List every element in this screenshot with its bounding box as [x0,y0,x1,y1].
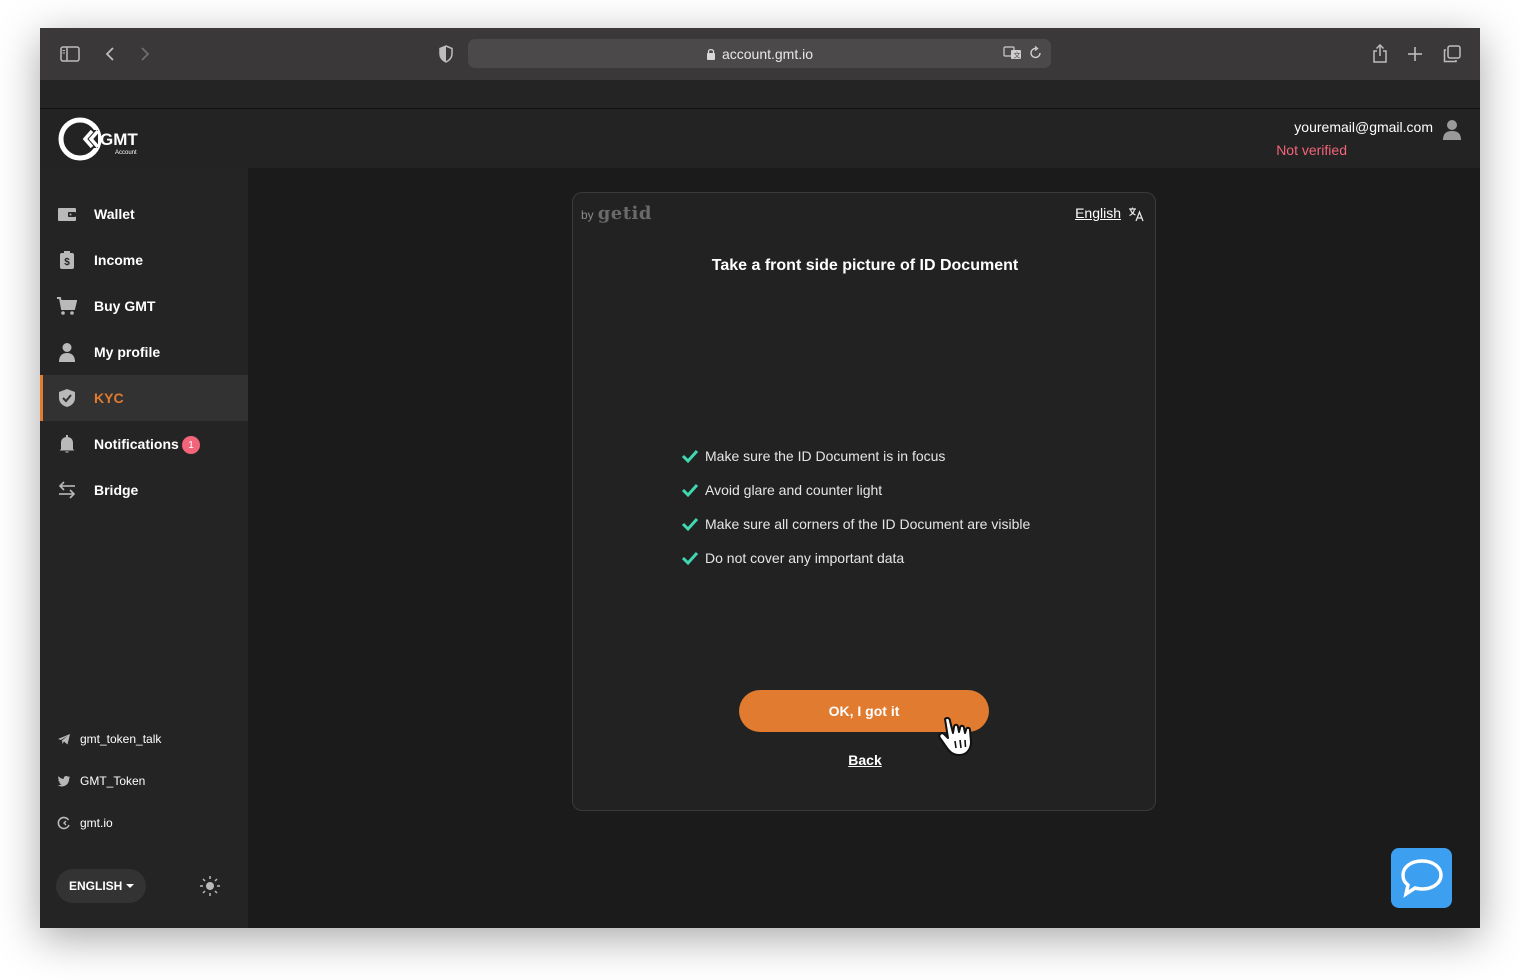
theme-toggle-sun-icon[interactable] [199,875,221,897]
address-bar[interactable]: account.gmt.io 文 [468,39,1051,68]
list-item: Make sure all corners of the ID Document… [681,507,1030,541]
back-arrow-icon[interactable] [98,42,122,66]
notification-badge: 1 [182,436,200,454]
translate-icon[interactable]: 文 [1003,45,1023,61]
url-text: account.gmt.io [721,45,814,62]
requirement-text: Do not cover any important data [705,550,905,566]
sidebar-item-buy-gmt[interactable]: Buy GMT [40,283,248,329]
card-title: Take a front side picture of ID Document [711,257,1019,274]
privacy-shield-icon[interactable] [434,42,458,66]
social-label: gmt.io [80,816,113,830]
chat-bubble-icon [1400,859,1443,898]
list-item: Do not cover any important data [681,541,1030,575]
getid-logo: getid [597,203,652,224]
app-header: GMT Account youremail@gmail.com Not veri… [40,109,1480,168]
social-label: gmt_token_talk [80,732,162,746]
browser-tab-strip [40,80,1480,109]
browser-toolbar: account.gmt.io 文 [40,28,1480,80]
sidebar-item-label: Notifications [94,436,179,452]
sidebar-item-notifications[interactable]: Notifications 1 [40,421,248,467]
gmt-logo[interactable]: GMT Account [58,116,148,162]
sidebar-item-label: KYC [94,390,124,406]
sidebar-item-label: My profile [94,344,161,360]
income-icon: $ [57,250,77,270]
language-select-label: ENGLISH [69,879,123,893]
new-tab-icon[interactable] [1403,42,1427,66]
requirement-text: Avoid glare and counter light [705,482,883,498]
requirement-text: Make sure the ID Document is in focus [705,448,946,464]
getid-branding: by getid [581,203,652,224]
verification-status: Not verified [1276,142,1347,158]
sidebar-item-label: Income [94,252,144,268]
sidebar: Wallet $ Income Buy GMT My profile KYC N… [40,168,248,928]
hand-pointer-cursor-icon [935,715,979,759]
user-avatar-icon[interactable] [1442,119,1462,141]
check-icon [681,517,699,532]
reload-icon[interactable] [1029,45,1043,61]
share-icon[interactable] [1368,42,1392,66]
chevron-down-icon [126,884,134,888]
lock-icon [706,48,715,60]
sidebar-item-label: Wallet [94,206,135,222]
social-website-link[interactable]: gmt.io [40,811,248,835]
language-select[interactable]: ENGLISH [56,869,146,903]
requirement-text: Make sure all corners of the ID Document… [705,516,1031,532]
telegram-icon [57,732,71,746]
card-language-link[interactable]: English [1075,205,1121,221]
requirements-list: Make sure the ID Document is in focus Av… [681,439,1030,575]
browser-window: account.gmt.io 文 GMT Account youremail@g… [40,28,1480,928]
sidebar-item-label: Bridge [94,482,139,498]
sidebar-item-income[interactable]: $ Income [40,237,248,283]
check-icon [681,483,699,498]
user-email[interactable]: youremail@gmail.com [1294,119,1433,135]
bridge-icon [57,480,77,500]
check-icon [681,449,699,464]
social-telegram-link[interactable]: gmt_token_talk [40,727,248,751]
social-twitter-link[interactable]: GMT_Token [40,769,248,793]
social-label: GMT_Token [80,774,146,788]
user-icon [57,342,77,362]
logo-text: GMT [100,130,138,149]
sidebar-item-kyc[interactable]: KYC [40,375,248,421]
logo-subtext: Account [115,150,137,156]
main-content: by getid English Take a front side pictu… [248,168,1480,928]
cart-icon [57,296,78,316]
twitter-icon [57,774,71,788]
wallet-icon [57,204,77,224]
shield-icon [57,388,77,408]
tabs-overview-icon[interactable] [1440,42,1464,66]
bell-icon [57,434,77,454]
by-text: by [581,208,594,222]
back-link[interactable]: Back [573,752,1157,768]
list-item: Make sure the ID Document is in focus [681,439,1030,473]
svg-text:$: $ [64,257,70,268]
list-item: Avoid glare and counter light [681,473,1030,507]
sidebar-item-bridge[interactable]: Bridge [40,467,248,513]
gmt-icon [57,816,71,830]
kyc-card: by getid English Take a front side pictu… [572,192,1156,811]
sidebar-item-wallet[interactable]: Wallet [40,191,248,237]
translate-icon[interactable] [1128,206,1144,222]
sidebar-item-label: Buy GMT [94,298,156,314]
sidebar-toggle-icon[interactable] [58,42,82,66]
chat-support-button[interactable] [1391,848,1452,908]
sidebar-item-my-profile[interactable]: My profile [40,329,248,375]
svg-text:文: 文 [1014,51,1021,60]
check-icon [681,551,699,566]
forward-arrow-icon[interactable] [133,42,157,66]
